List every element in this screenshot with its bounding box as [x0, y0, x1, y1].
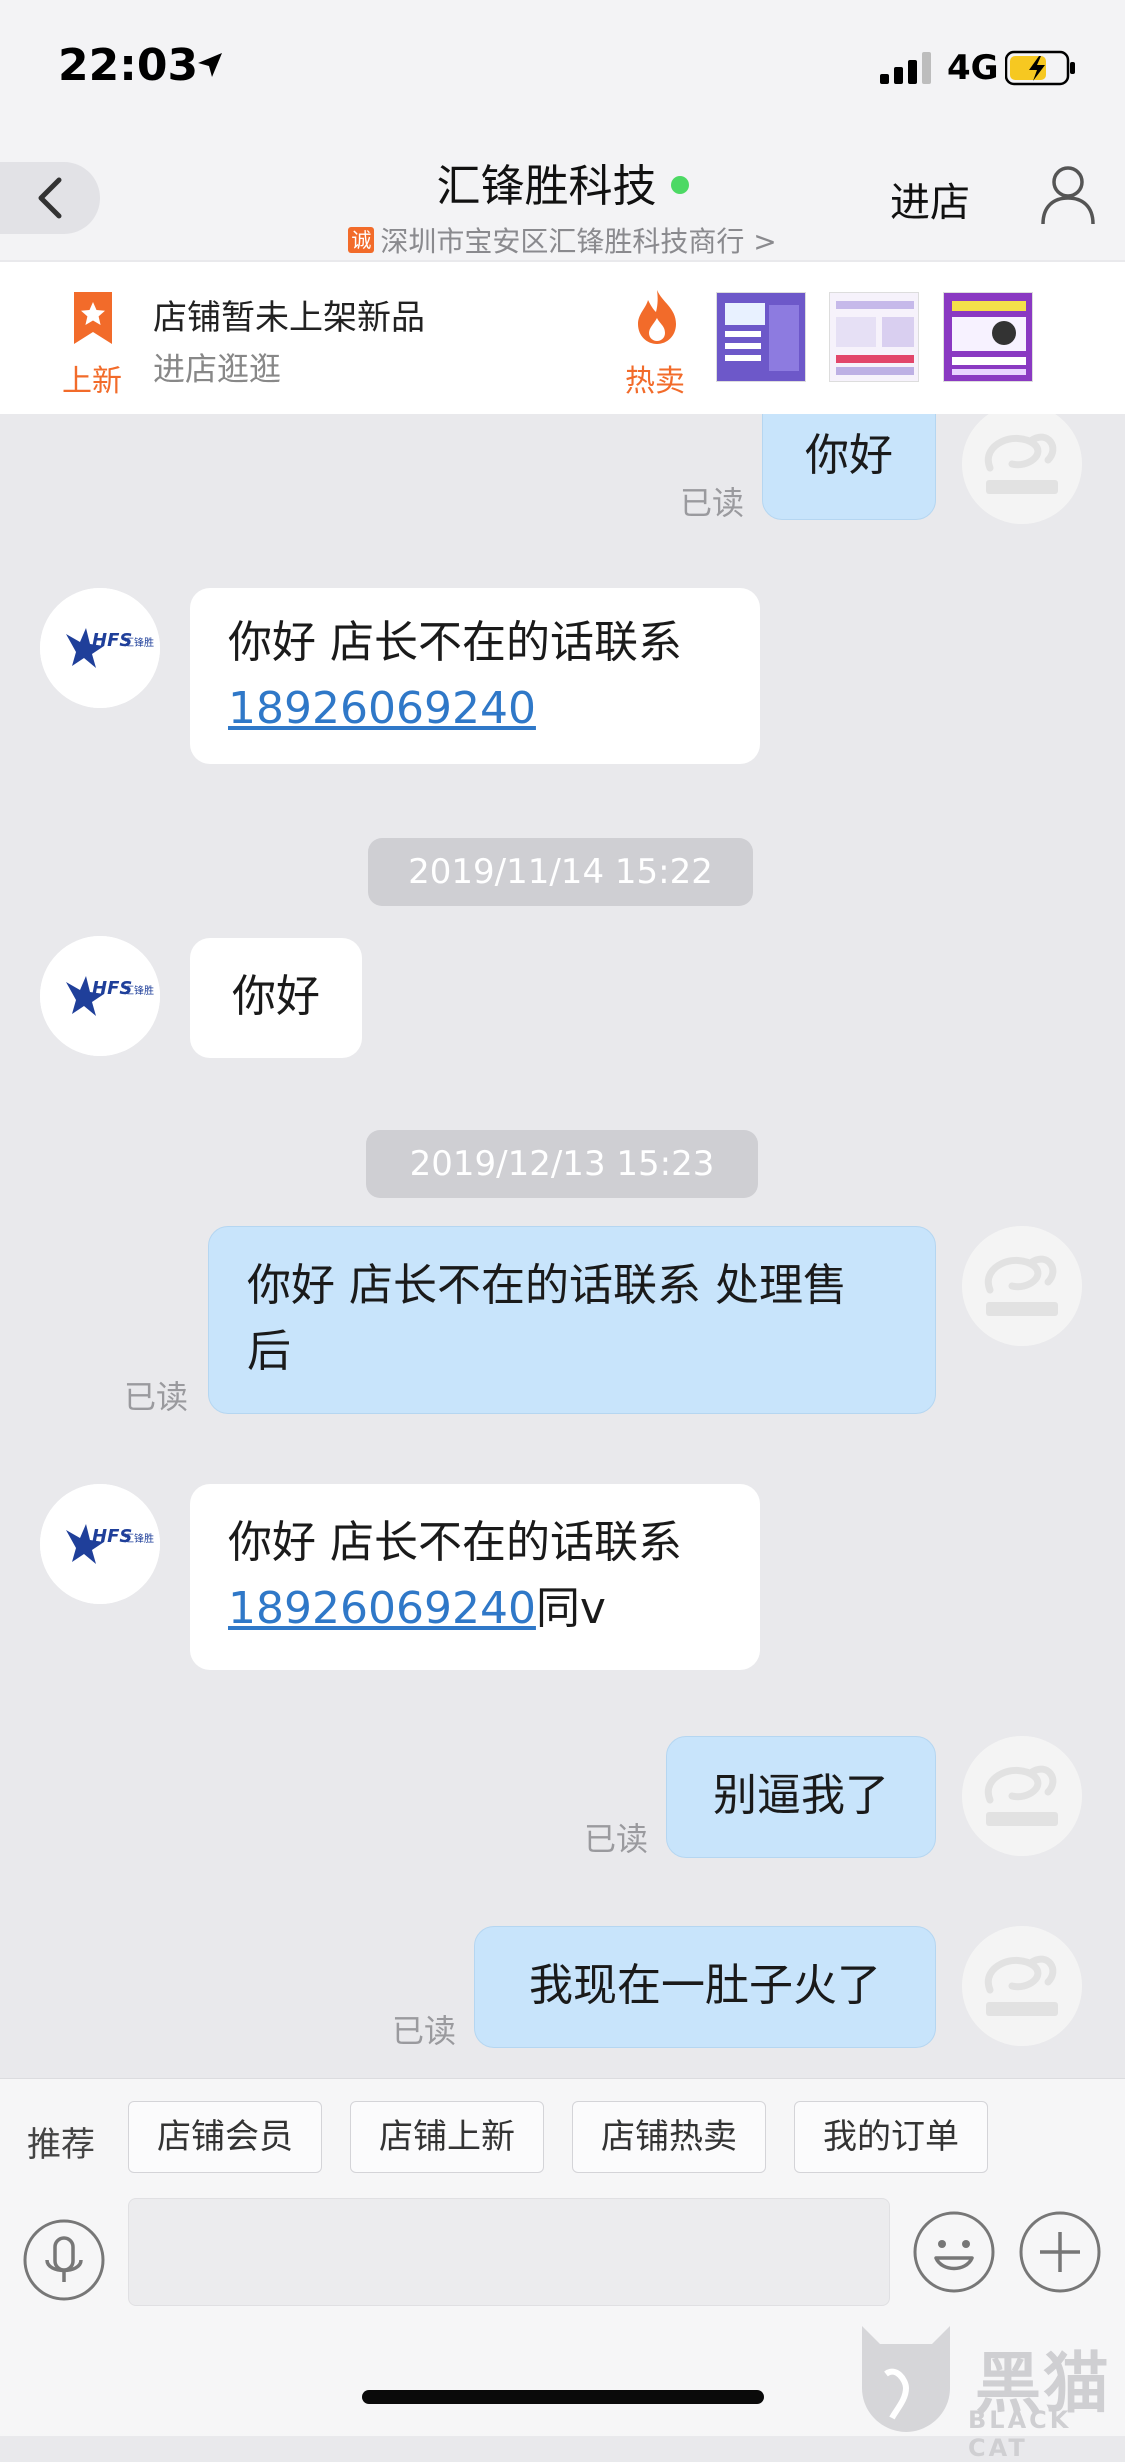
cat-watermark-icon — [852, 2318, 960, 2440]
message-bubble-incoming[interactable]: 你好 店长不在的话联系 18926069240同v — [190, 1484, 760, 1670]
browse-store-link[interactable]: 进店逛逛 — [153, 344, 281, 390]
enter-store-button[interactable]: 进店 — [890, 170, 970, 228]
message-text: 我现在一肚子火了 — [529, 1960, 881, 2011]
message-input[interactable] — [128, 2198, 890, 2306]
my-avatar[interactable] — [962, 1926, 1082, 2046]
product-thumbnail[interactable] — [943, 292, 1033, 382]
shop-company-name: 深圳市宝安区汇锋胜科技商行 > — [380, 225, 777, 258]
online-status-dot — [670, 176, 689, 194]
shop-info-bar: 上新 店铺暂未上架新品 进店逛逛 热卖 — [0, 262, 1125, 414]
chat-message-list[interactable]: 你好 已读 HFS 汇锋胜 你好 店长不在的话联系 18926069240 20… — [0, 414, 1125, 2078]
timestamp-chip: 2019/11/14 15:22 — [368, 838, 753, 906]
shop-avatar[interactable]: HFS 汇锋胜 — [40, 588, 160, 708]
store-member-button[interactable]: 店铺会员 — [128, 2101, 322, 2173]
product-thumbnail[interactable] — [829, 292, 919, 382]
message-text: 你好 — [232, 971, 320, 1022]
flame-icon[interactable] — [632, 288, 682, 350]
message-bubble-outgoing[interactable]: 你好 店长不在的话联系 处理售 后 — [208, 1226, 936, 1414]
network-label: 4G — [947, 48, 999, 88]
location-arrow-icon — [195, 50, 225, 84]
no-new-products-text: 店铺暂未上架新品 — [153, 298, 425, 338]
person-icon[interactable] — [1040, 164, 1096, 230]
shop-avatar[interactable]: HFS 汇锋胜 — [40, 936, 160, 1056]
message-text: 你好 店长不在的话联系 — [228, 617, 682, 668]
store-new-button[interactable]: 店铺上新 — [350, 2101, 544, 2173]
message-text: 你好 — [805, 430, 893, 481]
my-orders-button[interactable]: 我的订单 — [794, 2101, 988, 2173]
product-thumbnail[interactable] — [716, 292, 806, 382]
message-text-line: 你好 店长不在的话联系 处理售 — [247, 1260, 847, 1311]
emoji-icon[interactable] — [912, 2210, 996, 2298]
watermark-subtext: BLACK CAT — [968, 2406, 1072, 2462]
status-time: 22:03 — [58, 40, 199, 91]
message-text-line: 后 — [247, 1326, 291, 1377]
bookmark-star-icon[interactable] — [70, 290, 116, 350]
store-hot-button[interactable]: 店铺热卖 — [572, 2101, 766, 2173]
status-bar: 22:03 4G — [0, 0, 1125, 140]
read-status: 已读 — [124, 1378, 189, 1416]
chat-header: 汇锋胜科技 诚深圳市宝安区汇锋胜科技商行 > 进店 — [0, 140, 1125, 260]
svg-text:汇锋胜: 汇锋胜 — [124, 984, 154, 997]
my-avatar[interactable] — [962, 1226, 1082, 1346]
svg-text:汇锋胜: 汇锋胜 — [124, 636, 154, 649]
home-indicator[interactable] — [362, 2390, 764, 2404]
quick-actions-bar: 推荐 店铺会员 店铺上新 店铺热卖 我的订单 — [0, 2078, 1125, 2198]
phone-link[interactable]: 18926069240 — [228, 1583, 536, 1634]
svg-text:汇锋胜: 汇锋胜 — [124, 1532, 154, 1545]
message-text: 你好 店长不在的话联系 — [228, 1517, 682, 1568]
phone-link[interactable]: 18926069240 — [228, 683, 536, 734]
message-text: 别逼我了 — [713, 1770, 889, 1821]
hot-sale-label[interactable]: 热卖 — [625, 356, 685, 400]
message-bubble-outgoing[interactable]: 别逼我了 — [666, 1736, 936, 1858]
trust-badge-icon: 诚 — [348, 227, 375, 253]
microphone-icon[interactable] — [22, 2218, 106, 2306]
message-bubble-outgoing[interactable]: 我现在一肚子火了 — [474, 1926, 936, 2048]
signal-icon — [880, 52, 936, 88]
shop-avatar[interactable]: HFS 汇锋胜 — [40, 1484, 160, 1604]
my-avatar[interactable] — [962, 1736, 1082, 1856]
read-status: 已读 — [584, 1820, 649, 1858]
message-bubble-outgoing[interactable]: 你好 — [762, 414, 936, 520]
message-suffix: 同v — [535, 1583, 606, 1634]
timestamp-chip: 2019/12/13 15:23 — [366, 1130, 758, 1198]
shop-name: 汇锋胜科技 — [436, 161, 657, 212]
new-arrivals-label[interactable]: 上新 — [62, 356, 122, 400]
recommend-label: 推荐 — [27, 2125, 95, 2165]
my-avatar[interactable] — [962, 414, 1082, 524]
read-status: 已读 — [680, 484, 745, 522]
battery-icon — [1004, 50, 1077, 90]
message-bubble-incoming[interactable]: 你好 — [190, 938, 362, 1058]
message-bubble-incoming[interactable]: 你好 店长不在的话联系 18926069240 — [190, 588, 760, 764]
plus-icon[interactable] — [1018, 2210, 1102, 2298]
read-status: 已读 — [392, 2012, 457, 2050]
